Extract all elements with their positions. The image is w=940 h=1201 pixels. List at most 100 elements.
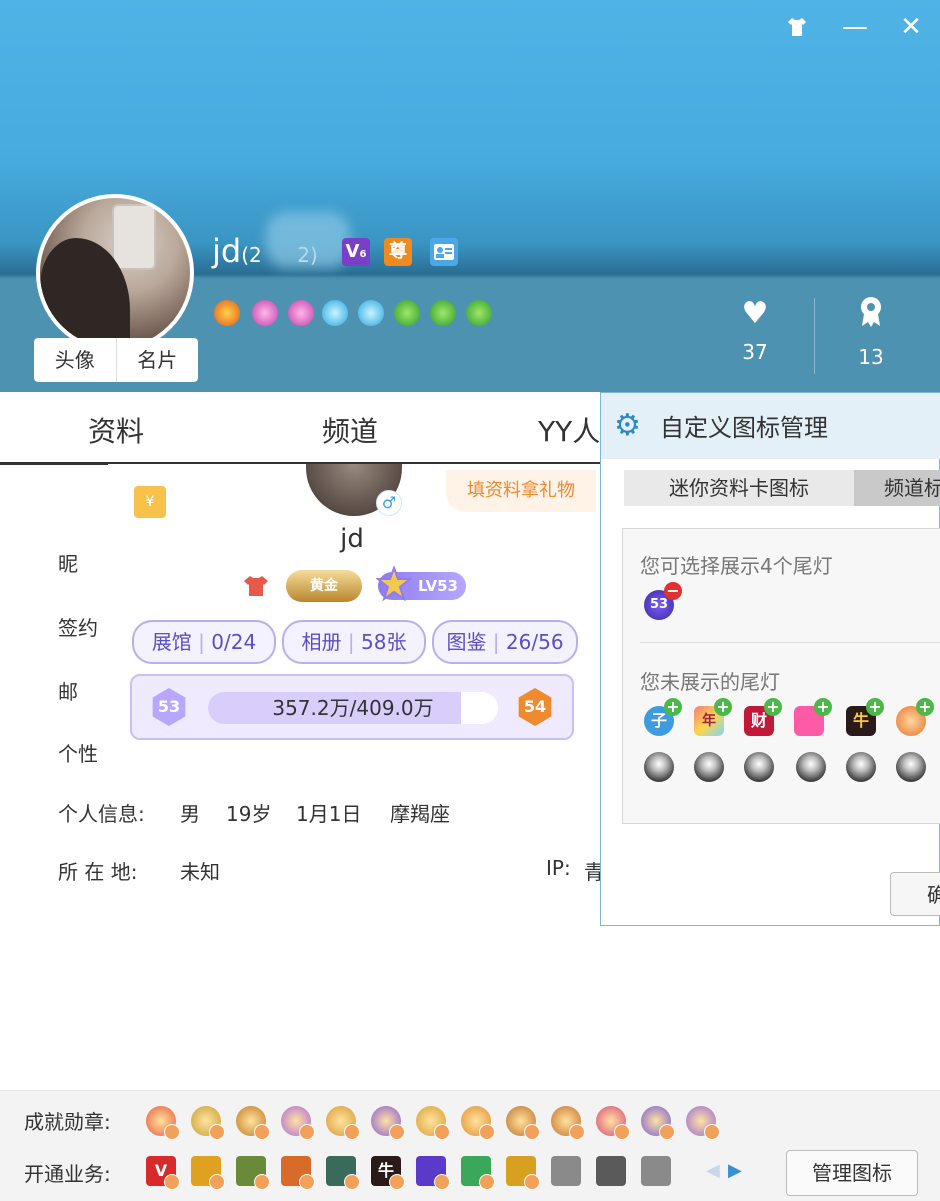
- pill-album-label: 相册: [301, 630, 342, 654]
- service-badge-icon: [479, 1174, 495, 1190]
- leaf-icon[interactable]: [394, 300, 420, 326]
- pill-gallery-value: 0/24: [211, 630, 257, 654]
- star-icon: [375, 565, 413, 602]
- uid-start: (2: [241, 243, 262, 267]
- shield-pink-icon-2[interactable]: [288, 300, 314, 326]
- zodiac-value: 摩羯座: [390, 802, 450, 826]
- medals-label: 成就勋章:: [24, 1110, 111, 1134]
- crown-icon[interactable]: [214, 300, 240, 326]
- ip-label: IP:: [546, 856, 571, 880]
- services-label: 开通业务:: [24, 1162, 111, 1186]
- add-tail-icon[interactable]: +: [814, 698, 832, 716]
- medal-badge-icon: [569, 1124, 585, 1140]
- add-tail-icon[interactable]: +: [764, 698, 782, 716]
- gray-tail-icon[interactable]: [896, 752, 926, 782]
- add-tail-icon[interactable]: +: [916, 698, 934, 716]
- not-shown-text: 您未展示的尾灯: [640, 670, 780, 694]
- service-icon[interactable]: [551, 1156, 581, 1186]
- avatar[interactable]: [36, 194, 194, 352]
- gray-tail-icon[interactable]: [644, 752, 674, 782]
- panel-title: 自定义图标管理: [660, 414, 828, 442]
- shirt-badge-icon[interactable]: [242, 574, 270, 598]
- service-icon[interactable]: [641, 1156, 671, 1186]
- pill-gallery-label: 展馆: [151, 630, 192, 654]
- gray-tail-icon[interactable]: [846, 752, 876, 782]
- medal-badge-icon: [254, 1124, 270, 1140]
- fill-info-gift-link[interactable]: 填资料拿礼物: [446, 470, 596, 512]
- gender-value: 男: [180, 802, 200, 826]
- avatar-tab[interactable]: 头像: [34, 338, 117, 382]
- avatar-tabs: 头像 名片: [34, 338, 198, 382]
- minimize-button[interactable]: —: [838, 10, 872, 44]
- medal-badge-icon: [614, 1124, 630, 1140]
- sign-label: 签约: [58, 616, 98, 640]
- zun-badge[interactable]: 尊: [384, 238, 412, 266]
- medal-badge-icon: [299, 1124, 315, 1140]
- close-button[interactable]: ✕: [894, 10, 928, 44]
- birthday-value: 1月1日: [296, 802, 362, 826]
- gear-icon: ⚙: [614, 408, 641, 443]
- medal-badge-icon: [389, 1124, 405, 1140]
- add-tail-icon[interactable]: +: [714, 698, 732, 716]
- add-tail-icon[interactable]: +: [866, 698, 884, 716]
- likes-stat[interactable]: ♥ 37: [710, 296, 800, 364]
- red-packet-icon[interactable]: ¥: [134, 486, 166, 518]
- uid-blur: [266, 212, 350, 268]
- service-badge-icon: [299, 1174, 315, 1190]
- vip-badge[interactable]: V6: [342, 238, 370, 266]
- shirt-icon[interactable]: [780, 10, 814, 44]
- rank-gold-badge[interactable]: 黄金: [286, 570, 362, 602]
- signature-label: 个性: [58, 742, 98, 766]
- service-badge-icon: [344, 1174, 360, 1190]
- confirm-button[interactable]: 确: [890, 872, 940, 916]
- medal-badge-icon: [434, 1124, 450, 1140]
- service-badge-icon: [209, 1174, 225, 1190]
- tab-yy[interactable]: YY人: [538, 392, 600, 464]
- followers-stat[interactable]: 13: [826, 296, 916, 369]
- nickname-label: 昵: [58, 552, 78, 576]
- panel-separator: [640, 642, 940, 643]
- pill-atlas[interactable]: 图鉴 | 26/56: [432, 620, 578, 664]
- diamond-icon-2[interactable]: [358, 300, 384, 326]
- service-badge-icon: [164, 1174, 180, 1190]
- tab-channel-icons[interactable]: 频道标: [854, 470, 940, 506]
- location-label: 所 在 地:: [58, 860, 138, 884]
- male-icon: ♂: [376, 490, 402, 516]
- pill-gallery[interactable]: 展馆 | 0/24: [132, 620, 276, 664]
- avatar-phone: [112, 204, 156, 270]
- tab-channel[interactable]: 频道: [322, 392, 378, 464]
- medal-badge-icon: [164, 1124, 180, 1140]
- scroll-right-icon[interactable]: ▶: [728, 1160, 742, 1181]
- tab-profile[interactable]: 资料: [88, 392, 144, 464]
- email-label: 邮: [58, 680, 78, 704]
- manage-icons-button[interactable]: 管理图标: [786, 1150, 918, 1196]
- service-badge-icon: [524, 1174, 540, 1190]
- pill-album[interactable]: 相册 | 58张: [282, 620, 426, 664]
- main-tabs: 资料 频道 YY人: [0, 392, 600, 464]
- service-badge-icon: [389, 1174, 405, 1190]
- remove-tail-icon[interactable]: −: [664, 582, 682, 600]
- exp-current: 357.2万: [272, 696, 350, 720]
- add-tail-icon[interactable]: +: [664, 698, 682, 716]
- stat-divider: [814, 298, 815, 374]
- service-icon[interactable]: [596, 1156, 626, 1186]
- nickname-text: jd: [212, 232, 242, 270]
- gray-tail-icon[interactable]: [694, 752, 724, 782]
- location-value: 未知: [180, 860, 220, 884]
- pill-atlas-value: 26/56: [505, 630, 564, 654]
- medal-badge-icon: [659, 1124, 675, 1140]
- personal-info-label: 个人信息:: [58, 802, 145, 826]
- id-card-icon[interactable]: [430, 238, 458, 266]
- exp-total: /409.0万: [349, 696, 434, 720]
- card-tab[interactable]: 名片: [117, 338, 199, 382]
- leaf-icon-2[interactable]: [430, 300, 456, 326]
- diamond-icon[interactable]: [322, 300, 348, 326]
- gray-tail-icon[interactable]: [796, 752, 826, 782]
- gray-tail-icon[interactable]: [744, 752, 774, 782]
- shield-pink-icon[interactable]: [252, 300, 278, 326]
- tab-mini-card-icons[interactable]: 迷你资料卡图标: [624, 470, 854, 506]
- ribbon-icon: [826, 296, 916, 337]
- scroll-left-icon[interactable]: ◀: [706, 1160, 720, 1181]
- pill-atlas-label: 图鉴: [446, 630, 487, 654]
- leaf-icon-3[interactable]: [466, 300, 492, 326]
